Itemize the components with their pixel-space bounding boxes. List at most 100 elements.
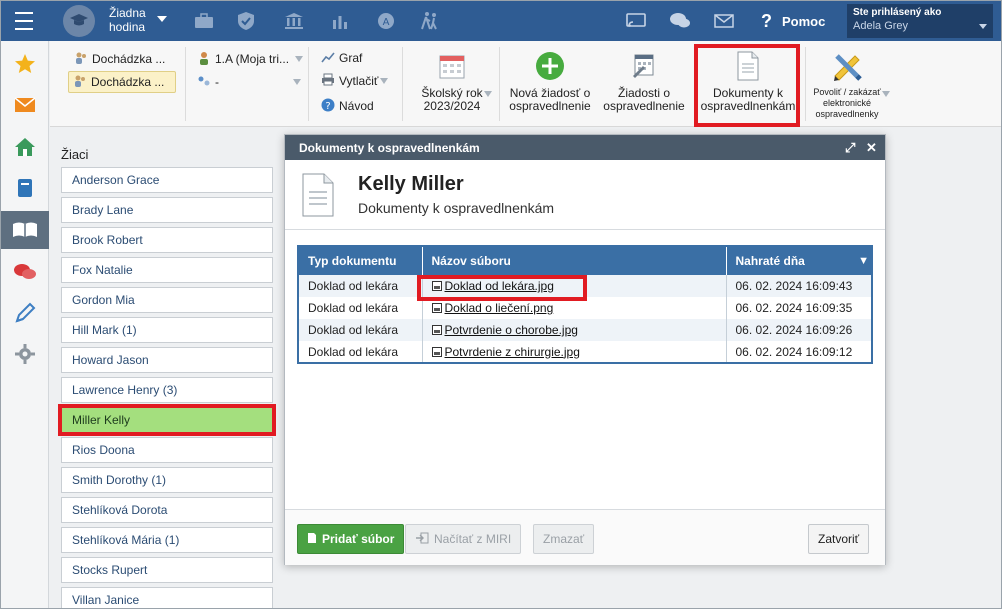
toolbar: Dochádzka ... Dochádzka ... 1.A (Moja tr… [50, 41, 1001, 127]
table-row[interactable]: Doklad od lekára Potvrdenie z chirurgie.… [298, 341, 873, 363]
view-option-attendance[interactable]: Dochádzka ... [74, 48, 165, 70]
shield-check-icon[interactable] [231, 1, 261, 41]
view-option-attendance-selected[interactable]: Dochádzka ... [68, 71, 176, 93]
requests-button[interactable]: Žiadosti o ospravedlnenie [600, 49, 688, 123]
student-item[interactable]: Anderson Grace [61, 167, 273, 193]
file-icon [307, 532, 317, 547]
student-item[interactable]: Fox Natalie [61, 257, 273, 283]
current-hour-selector[interactable]: Žiadna hodina [109, 6, 146, 34]
discussion-icon[interactable] [1, 253, 49, 291]
allow-electronic-excuses-button[interactable]: Povoliť / zakázať elektronické ospravedl… [807, 49, 887, 123]
student-item[interactable]: Rios Doona [61, 437, 273, 463]
delete-button[interactable]: Zmazať [533, 524, 595, 554]
class-selector[interactable]: 1.A (Moja tri... [197, 48, 304, 70]
guide-button[interactable]: ? Návod [321, 95, 374, 117]
load-from-miri-button[interactable]: Načítať z MIRI [405, 524, 522, 554]
plus-circle-icon [535, 49, 565, 83]
user-label: Ste prihlásený ako [853, 7, 942, 18]
close-icon[interactable]: ✕ [866, 140, 877, 156]
grade-badge-icon[interactable]: A [371, 1, 401, 41]
gear-icon[interactable] [1, 335, 49, 373]
hour-line-2: hodina [109, 20, 146, 34]
student-item[interactable]: Brady Lane [61, 197, 273, 223]
student-item[interactable]: Howard Jason [61, 347, 273, 373]
new-request-label-2: ospravedlnenie [509, 99, 591, 113]
student-item[interactable]: Lawrence Henry (3) [61, 377, 273, 403]
student-item-selected[interactable]: Miller Kelly [58, 404, 276, 436]
file-link[interactable]: Potvrdenie z chirurgie.jpg [445, 345, 580, 359]
student-item[interactable]: Stehlíková Mária (1) [61, 527, 273, 553]
school-building-icon[interactable] [279, 1, 309, 41]
add-file-button[interactable]: Pridať súbor [297, 524, 405, 554]
divider [285, 229, 885, 230]
documents-table: Typ dokumentu Názov súboru Nahraté dňa ▼… [297, 245, 873, 364]
chevron-down-icon [295, 56, 304, 62]
graduation-cap-icon[interactable] [63, 5, 95, 37]
column-header-file[interactable]: Názov súboru [422, 246, 727, 275]
column-header-uploaded[interactable]: Nahraté dňa ▼ [726, 246, 873, 275]
image-file-icon [431, 346, 442, 357]
student-item[interactable]: Hill Mark (1) [61, 317, 273, 343]
cell-uploaded: 06. 02. 2024 16:09:35 [726, 297, 873, 319]
home-icon[interactable] [1, 128, 49, 166]
chevron-down-icon[interactable] [882, 91, 890, 97]
file-link[interactable]: Potvrdenie o chorobe.jpg [445, 323, 578, 337]
bar-chart-icon[interactable] [325, 1, 355, 41]
file-link[interactable]: Doklad o liečení.png [445, 301, 554, 315]
open-book-icon[interactable] [1, 211, 49, 249]
table-row[interactable]: Doklad od lekára Potvrdenie o chorobe.jp… [298, 319, 873, 341]
graph-button[interactable]: Graf [321, 47, 362, 69]
walking-people-icon[interactable] [415, 1, 445, 41]
cell-type: Doklad od lekára [298, 297, 423, 319]
cell-type: Doklad od lekára [298, 319, 423, 341]
calendar-request-icon [630, 49, 658, 83]
allow-label-1: Povoliť / zakázať [813, 87, 881, 97]
view-option-label: Dochádzka ... [92, 52, 166, 66]
notebook-icon[interactable] [1, 169, 49, 207]
student-name-heading: Kelly Miller [358, 173, 464, 195]
svg-text:?: ? [325, 101, 330, 112]
student-item[interactable]: Stocks Rupert [61, 557, 273, 583]
image-file-icon [431, 325, 442, 335]
allow-label-3: ospravedlnenky [815, 109, 879, 119]
top-navigation-bar: Žiadna hodina A ? Pomoc Ste prihlásený a… [1, 1, 1001, 41]
chevron-down-icon[interactable] [484, 91, 492, 97]
printer-icon [321, 73, 335, 89]
help-button[interactable]: ? Pomoc [761, 1, 825, 41]
student-item[interactable]: Gordon Mia [61, 287, 273, 313]
chat-bubbles-icon[interactable] [665, 1, 695, 41]
question-circle-icon: ? [321, 98, 335, 115]
print-label: Vytlačiť [339, 74, 379, 88]
briefcase-icon[interactable] [189, 1, 219, 41]
highlight-documents-button [694, 44, 800, 127]
mail-icon[interactable] [1, 86, 49, 124]
envelope-icon[interactable] [709, 1, 739, 41]
print-button[interactable]: Vytlačiť [321, 70, 389, 92]
students-heading: Žiaci [61, 147, 89, 162]
chevron-down-icon[interactable] [157, 16, 167, 22]
ruler-pencil-icon [831, 49, 863, 83]
maximize-icon[interactable]: ⤢ [845, 140, 855, 156]
class-label: 1.A (Moja tri... [215, 52, 290, 66]
new-request-button[interactable]: Nová žiadosť o ospravedlnenie [504, 49, 596, 123]
cast-screen-icon[interactable] [621, 1, 651, 41]
group-selector[interactable]: - [197, 71, 301, 93]
cell-type: Doklad od lekára [298, 341, 423, 363]
user-menu[interactable]: Ste prihlásený ako Adela Grey [847, 4, 993, 38]
menu-icon[interactable] [7, 1, 41, 41]
dialog-title: Dokumenty k ospravedlnenkám [299, 140, 480, 155]
student-item[interactable]: Smith Dorothy (1) [61, 467, 273, 493]
column-header-type[interactable]: Typ dokumentu [298, 246, 423, 275]
chevron-down-icon [293, 79, 301, 85]
student-item[interactable]: Villan Janice [61, 587, 273, 608]
school-year-selector[interactable]: Školský rok 2023/2024 [412, 49, 492, 123]
user-name: Adela Grey [853, 20, 909, 32]
student-item[interactable]: Stehlíková Dorota [61, 497, 273, 523]
chevron-down-icon [979, 24, 987, 29]
close-button[interactable]: Zatvoriť [808, 524, 870, 554]
sort-down-icon[interactable]: ▼ [858, 255, 869, 267]
left-icon-sidebar [1, 41, 49, 608]
student-item[interactable]: Brook Robert [61, 227, 273, 253]
star-icon[interactable] [1, 45, 49, 83]
pen-icon[interactable] [1, 294, 49, 332]
